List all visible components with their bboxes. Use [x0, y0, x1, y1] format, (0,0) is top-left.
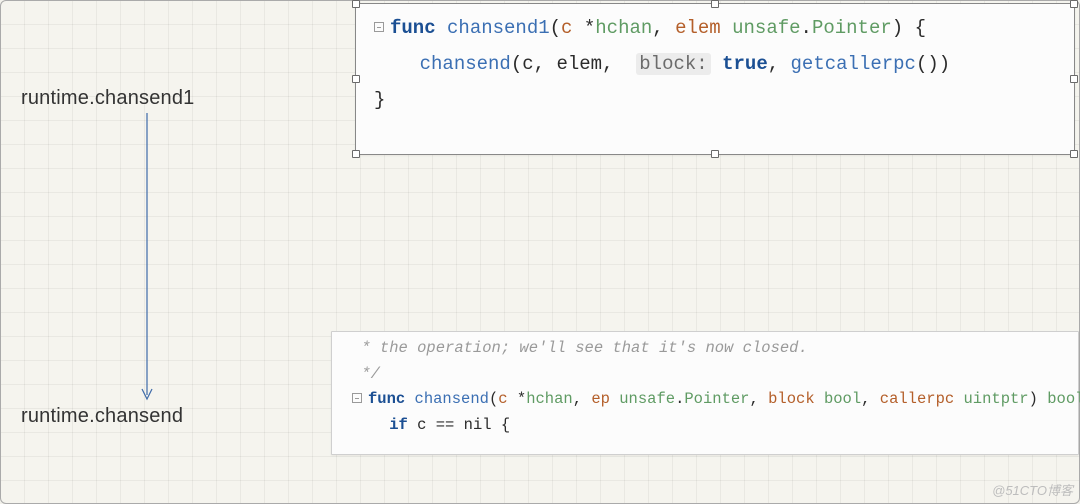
label-runtime-chansend: runtime.chansend [21, 405, 183, 428]
arrow-down-icon [141, 113, 153, 403]
flow-arrow [141, 113, 143, 403]
resize-handle-bottom-left[interactable] [352, 150, 360, 158]
resize-handle-left[interactable] [352, 75, 360, 83]
code-chansend1: func chansend1(c *hchan, elem unsafe.Poi… [356, 4, 1074, 124]
resize-handle-top-right[interactable] [1070, 0, 1078, 8]
label-runtime-chansend1: runtime.chansend1 [21, 87, 195, 110]
watermark: @51CTO博客 [992, 480, 1073, 499]
fold-gutter-icon[interactable] [352, 393, 362, 403]
resize-handle-top[interactable] [711, 0, 719, 8]
code-chansend: * the operation; we'll see that it's now… [332, 332, 1078, 442]
resize-handle-right[interactable] [1070, 75, 1078, 83]
diagram-canvas: runtime.chansend1 runtime.chansend func … [0, 0, 1080, 504]
fold-gutter-icon[interactable] [374, 22, 384, 32]
resize-handle-top-left[interactable] [352, 0, 360, 8]
codebox-chansend1[interactable]: func chansend1(c *hchan, elem unsafe.Poi… [355, 3, 1075, 155]
resize-handle-bottom-right[interactable] [1070, 150, 1078, 158]
codebox-chansend[interactable]: * the operation; we'll see that it's now… [331, 331, 1079, 455]
resize-handle-bottom[interactable] [711, 150, 719, 158]
